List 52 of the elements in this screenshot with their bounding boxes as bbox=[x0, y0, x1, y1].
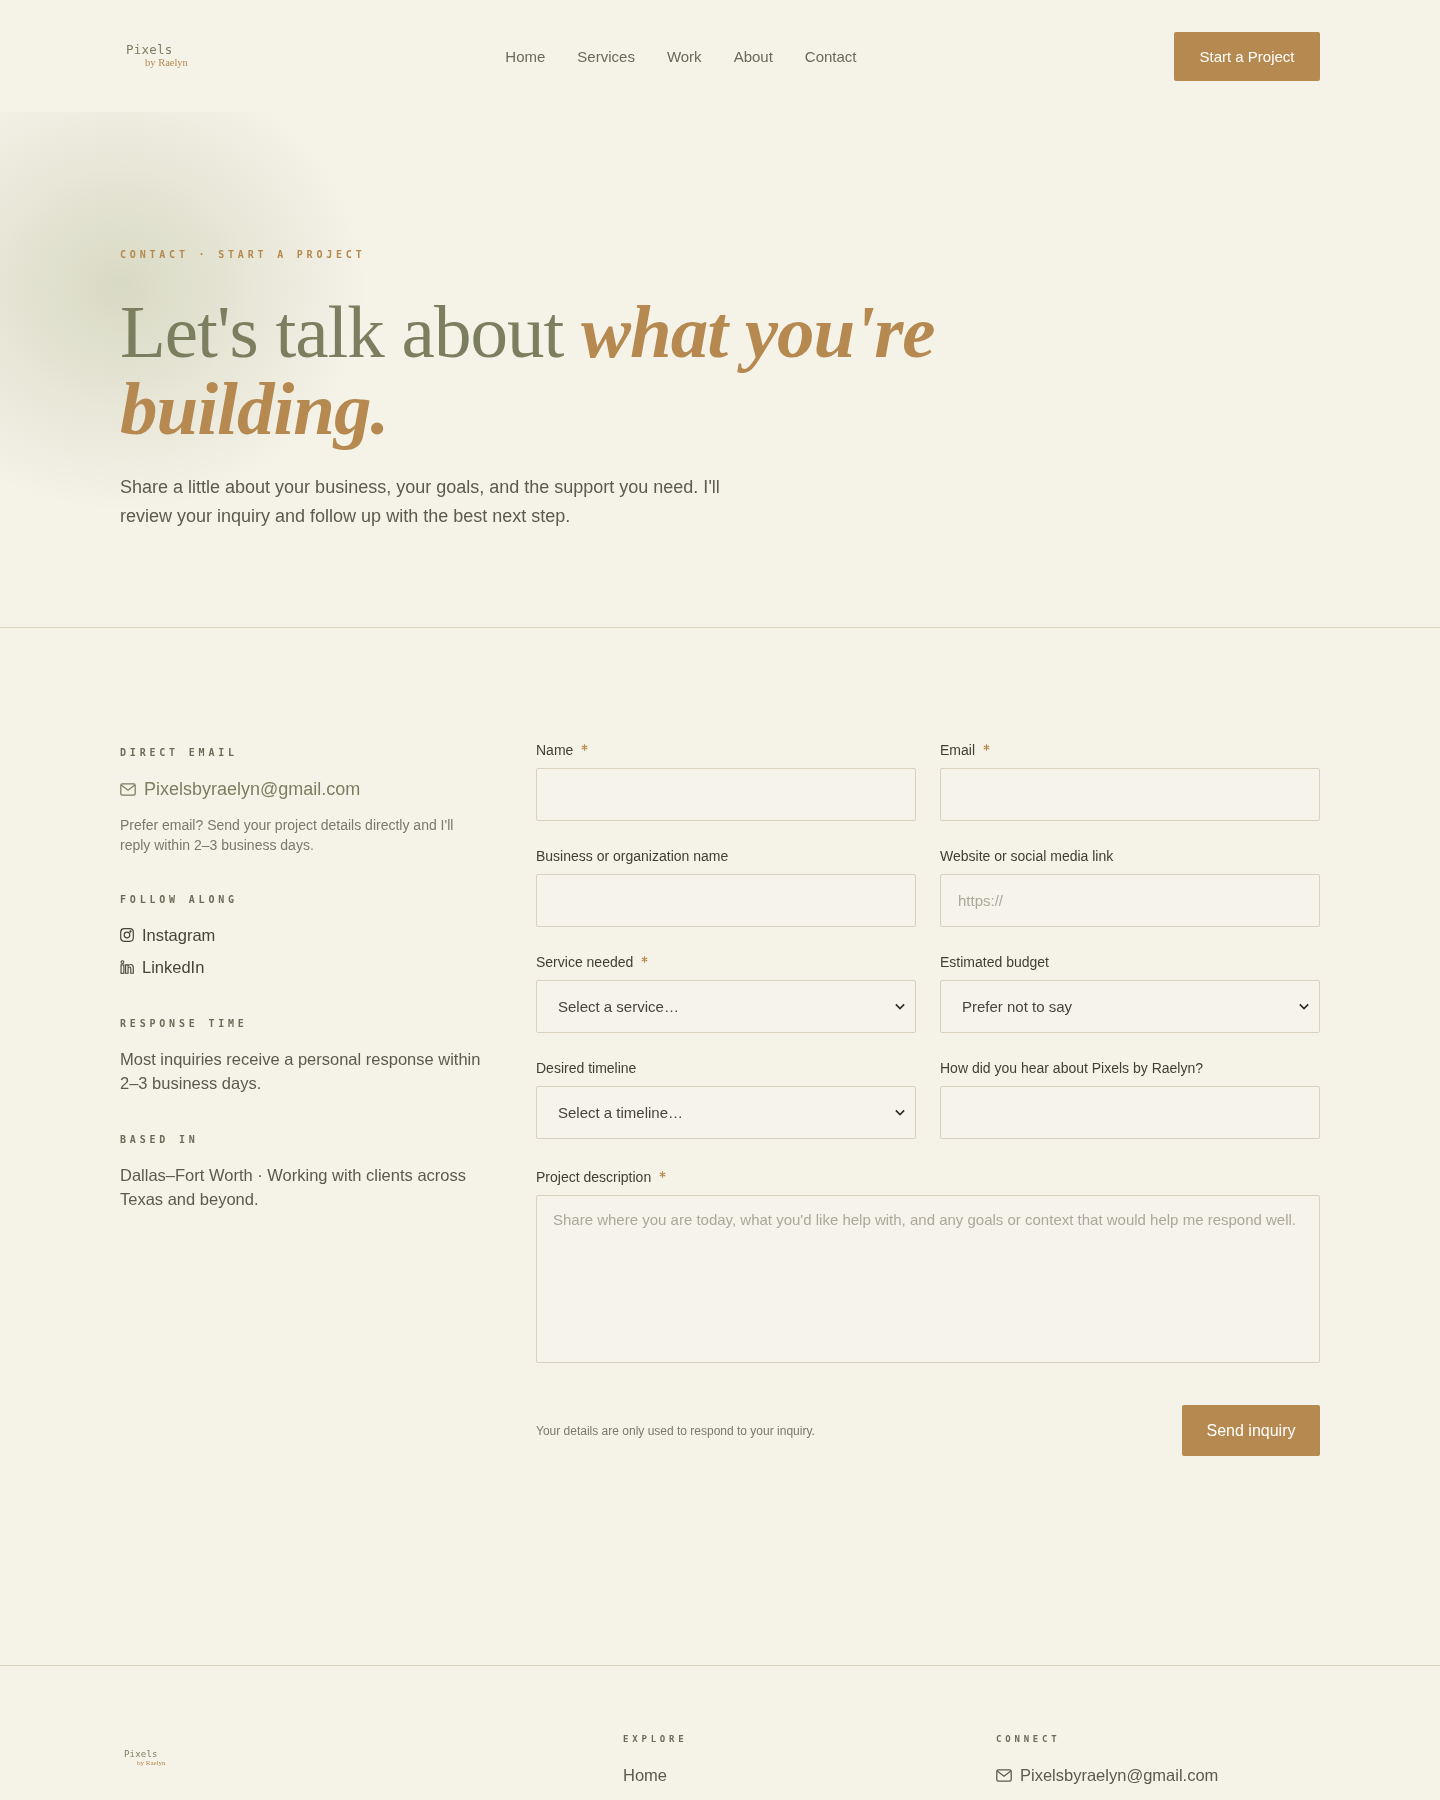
email-note: Prefer email? Send your project details directly and I'll reply within 2–3 business days. bbox=[120, 816, 455, 855]
social-link[interactable]: Instagram bbox=[120, 923, 216, 947]
field-label: How did you hear about Pixels by Raelyn? bbox=[940, 1059, 1204, 1078]
nav-link[interactable]: Home bbox=[505, 47, 546, 65]
nav-link[interactable]: Contact bbox=[804, 47, 857, 65]
mail-icon bbox=[996, 1768, 1012, 1782]
field-label: Business or organization name bbox=[536, 847, 729, 866]
section-heading: BASED IN bbox=[120, 1133, 200, 1147]
description-textarea[interactable]: Share where you are today, what you'd like help with, and any goals or context that would help me respond well. bbox=[536, 1195, 1320, 1363]
chevron-down-icon bbox=[1299, 1003, 1309, 1010]
field-label: Service needed bbox=[536, 953, 634, 972]
dropdown-select[interactable]: Select a service… bbox=[536, 980, 916, 1033]
start-project-button[interactable]: Start a Project bbox=[1174, 31, 1320, 81]
field-label: Email bbox=[940, 741, 975, 760]
logo-wordmark[interactable]: Pixels bbox=[126, 44, 173, 57]
text-input[interactable] bbox=[940, 1086, 1320, 1139]
section-heading: RESPONSE TIME bbox=[120, 1017, 249, 1031]
text-input[interactable] bbox=[536, 768, 916, 821]
dropdown-select[interactable]: Select a timeline… bbox=[536, 1086, 916, 1139]
logo-wordmark[interactable]: Pixels bbox=[124, 1750, 158, 1759]
chevron-down-icon bbox=[895, 1109, 905, 1116]
privacy-note: Your details are only used to respond to your inquiry. bbox=[536, 1423, 815, 1438]
linkedin-icon bbox=[120, 960, 134, 974]
instagram-icon bbox=[120, 928, 134, 942]
email-link[interactable]: Pixelsbyraelyn@gmail.com bbox=[120, 776, 361, 802]
hero-intro: Share a little about your business, your goals, and the support you need. I'll review your inquiry and follow up with the best next step. bbox=[120, 476, 721, 528]
dropdown-select[interactable]: Prefer not to say bbox=[940, 980, 1320, 1033]
text-input[interactable] bbox=[940, 768, 1320, 821]
nav-link[interactable]: About bbox=[733, 47, 773, 65]
field-label: Name bbox=[536, 741, 574, 760]
nav-link[interactable]: Services bbox=[577, 47, 635, 65]
footer-email-link[interactable]: Pixelsbyraelyn@gmail.com bbox=[996, 1763, 1219, 1787]
info-text: Most inquiries receive a personal response within 2–3 business days. bbox=[120, 1049, 482, 1094]
field-label: Estimated budget bbox=[940, 953, 1049, 972]
field-label: Website or social media link bbox=[940, 847, 1114, 866]
social-link[interactable]: LinkedIn bbox=[120, 955, 205, 979]
info-text: Dallas–Fort Worth · Working with clients across Texas and beyond. bbox=[120, 1165, 467, 1210]
section-heading: DIRECT EMAIL bbox=[120, 746, 239, 760]
send-inquiry-button[interactable]: Send inquiry bbox=[1182, 1405, 1320, 1456]
text-input[interactable]: https:// bbox=[940, 874, 1320, 927]
logo-tagline: by Raelyn bbox=[145, 57, 188, 68]
field-label: Project description bbox=[536, 1168, 652, 1187]
chevron-down-icon bbox=[895, 1003, 905, 1010]
field-label: Desired timeline bbox=[536, 1059, 637, 1078]
hero-eyebrow: CONTACT · START A PROJECT bbox=[120, 248, 367, 262]
footer-heading: EXPLORE bbox=[623, 1733, 689, 1746]
footer-heading: CONNECT bbox=[996, 1733, 1062, 1746]
text-input[interactable] bbox=[536, 874, 916, 927]
footer-link[interactable]: Home bbox=[623, 1763, 667, 1787]
mail-icon bbox=[120, 782, 136, 796]
section-heading: FOLLOW ALONG bbox=[120, 893, 239, 907]
nav-link[interactable]: Work bbox=[666, 47, 702, 65]
